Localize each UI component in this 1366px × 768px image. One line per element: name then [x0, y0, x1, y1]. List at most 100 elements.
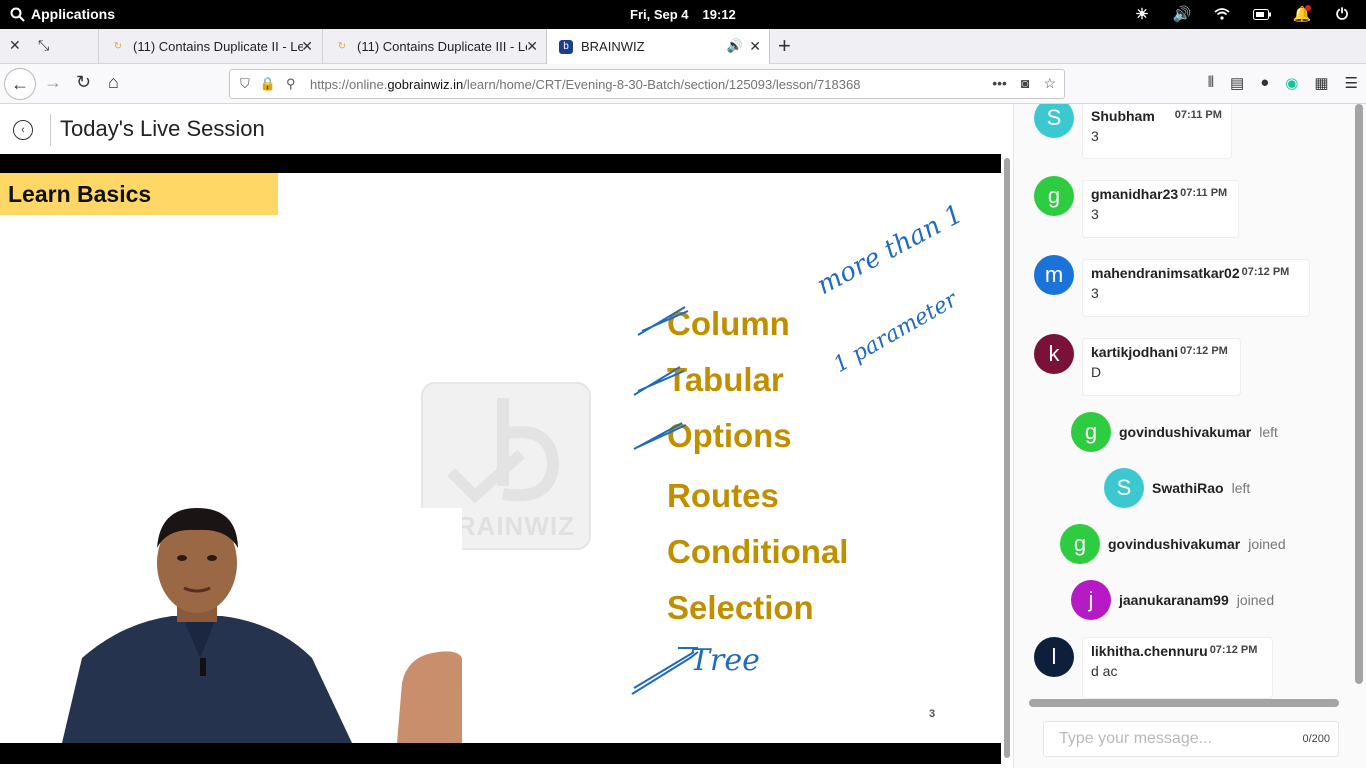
restore-window-icon[interactable]: ⤡	[38, 37, 49, 54]
avatar: l	[1034, 637, 1074, 677]
live-video-player[interactable]: Learn Basics BRAINWIZ Column Tabular Opt…	[0, 154, 1001, 764]
avatar-initial: j	[1088, 587, 1094, 612]
message-text: d ac	[1091, 663, 1118, 679]
back-circle-icon[interactable]: ‹	[13, 120, 33, 140]
chat-event: S SwathiRao left	[1104, 468, 1250, 508]
slide-banner-text: Learn Basics	[8, 181, 152, 207]
character-counter: 0/200	[1302, 733, 1330, 745]
tab-audio-icon[interactable]: 🔊	[727, 38, 743, 54]
chat-message-input[interactable]	[1059, 722, 1309, 756]
avatar: g	[1071, 412, 1111, 452]
lock-icon[interactable]: 🔒	[260, 76, 276, 92]
avatar: S	[1034, 104, 1074, 138]
chat-vertical-scrollbar[interactable]	[1355, 104, 1363, 684]
handwritten-note-more-than-1: more than 1	[811, 199, 968, 301]
avatar: j	[1071, 580, 1111, 620]
message-text: 3	[1091, 206, 1099, 222]
url-domain: gobrainwiz.in	[387, 76, 464, 92]
message-username: gmanidhar23	[1091, 186, 1179, 202]
permissions-icon[interactable]: ⚲	[286, 76, 296, 92]
applications-menu[interactable]: Applications	[10, 6, 115, 22]
page-actions-icon[interactable]: •••	[992, 75, 1007, 92]
tab-brainwiz[interactable]: b BRAINWIZ 🔊 ✕	[546, 29, 770, 64]
chat-horizontal-scrollbar[interactable]	[1029, 699, 1339, 707]
avatar: k	[1034, 334, 1074, 374]
reload-button[interactable]: ↻	[76, 72, 91, 93]
pocket-icon[interactable]: ◙	[1021, 75, 1029, 92]
page-content: ‹ Today's Live Session Learn Basics BRAI…	[0, 104, 1366, 768]
time-text: 19:12	[702, 7, 736, 22]
system-tray: ☀ 🔊 🔔 ⏻	[1132, 5, 1352, 23]
event-action: joined	[1248, 536, 1286, 552]
message-username: kartikjodhani	[1091, 344, 1179, 360]
event-action: left	[1231, 480, 1251, 496]
tab-title: (11) Contains Duplicate II - Le	[133, 39, 303, 54]
brainwiz-favicon-icon: b	[559, 39, 573, 54]
tab-close-icon[interactable]: ✕	[526, 38, 538, 55]
chat-message-box: 0/200	[1043, 721, 1339, 757]
message-time: 07:11 PM	[1180, 187, 1228, 199]
message-time: 07:11 PM	[1174, 109, 1222, 121]
shield-icon[interactable]: ⛉	[240, 76, 250, 92]
address-bar[interactable]: ⛉ 🔒 ⚲ https://online.gobrainwiz.in/learn…	[229, 69, 1065, 99]
message-bubble: likhitha.chennuru 07:12 PM d ac	[1082, 637, 1273, 699]
browser-nav-bar: ← → ↻ ⌂ ⛉ 🔒 ⚲ https://online.gobrainwiz.…	[0, 64, 1366, 104]
handwritten-note-tree: Tree	[690, 643, 760, 678]
avatar: S	[1104, 468, 1144, 508]
avatar-initial: S	[1046, 105, 1062, 130]
browser-tab-bar: ✕ ⤡ ↻ (11) Contains Duplicate II - Le ✕ …	[0, 29, 1366, 64]
tab-close-icon[interactable]: ✕	[749, 38, 761, 55]
url-prefix: https://online.	[310, 76, 388, 92]
handwritten-note-1-parameter: 1 parameter	[829, 287, 962, 378]
new-tab-button[interactable]: +	[778, 33, 791, 59]
header-divider	[50, 114, 51, 146]
tab-contains-duplicate-ii[interactable]: ↻ (11) Contains Duplicate II - Le ✕	[98, 29, 321, 64]
back-button[interactable]: ←	[4, 68, 36, 100]
avatar-initial: S	[1116, 475, 1132, 500]
close-window-icon[interactable]: ✕	[9, 37, 21, 54]
message-time: 07:12 PM	[1180, 345, 1228, 357]
message-bubble: Shubham 07:11 PM 3	[1082, 104, 1232, 159]
search-icon	[10, 7, 25, 22]
avatar-initial: m	[1044, 262, 1064, 287]
avatar: m	[1034, 255, 1074, 295]
message-bubble: mahendranimsatkar02 07:12 PM 3	[1082, 259, 1310, 317]
account-icon[interactable]: ●	[1260, 74, 1269, 92]
leetcode-favicon-icon: ↻	[113, 41, 123, 52]
url-text[interactable]: https://online.gobrainwiz.in/learn/home/…	[310, 77, 860, 92]
bookmark-star-icon[interactable]: ☆	[1043, 75, 1056, 92]
notification-bell-icon[interactable]: 🔔	[1292, 5, 1312, 23]
message-text: 3	[1091, 285, 1099, 301]
wifi-icon[interactable]	[1212, 5, 1232, 23]
video-scrollbar[interactable]	[1001, 154, 1013, 764]
battery-icon[interactable]	[1252, 5, 1272, 23]
event-username: govindushivakumar	[1108, 536, 1241, 552]
presenter-webcam-feed	[62, 508, 462, 743]
url-path: /learn/home/CRT/Evening-8-30-Batch/secti…	[463, 76, 861, 92]
event-username: SwathiRao	[1152, 480, 1224, 496]
extensions-icon[interactable]: ▦	[1314, 74, 1328, 92]
volume-icon[interactable]: 🔊	[1172, 5, 1192, 23]
tab-contains-duplicate-iii[interactable]: ↻ (11) Contains Duplicate III - Le ✕	[322, 29, 546, 64]
message-text: 3	[1091, 128, 1099, 144]
tab-title: BRAINWIZ	[581, 39, 645, 54]
brightness-icon[interactable]: ☀	[1132, 5, 1152, 23]
event-action: joined	[1236, 592, 1275, 608]
tab-close-icon[interactable]: ✕	[301, 38, 313, 55]
avatar: g	[1034, 176, 1074, 216]
home-button[interactable]: ⌂	[108, 72, 119, 93]
clock[interactable]: Fri, Sep 4 19:12	[630, 7, 750, 22]
message-bubble: kartikjodhani 07:12 PM D	[1082, 338, 1241, 396]
message-username: likhitha.chennuru	[1091, 643, 1208, 659]
grammarly-icon[interactable]: ◉	[1285, 74, 1298, 92]
message-username: mahendranimsatkar02	[1091, 265, 1240, 281]
chat-event: g govindushivakumar joined	[1060, 524, 1286, 564]
library-icon[interactable]: ⫴	[1208, 74, 1214, 92]
power-icon[interactable]: ⏻	[1332, 5, 1352, 23]
slide-item-selection: Selection	[667, 589, 814, 626]
applications-label: Applications	[31, 6, 116, 22]
sidebar-icon[interactable]: ▤	[1230, 74, 1244, 92]
forward-button[interactable]: →	[44, 72, 62, 93]
menu-icon[interactable]: ☰	[1345, 74, 1358, 92]
scrollbar-thumb[interactable]	[1004, 158, 1010, 758]
